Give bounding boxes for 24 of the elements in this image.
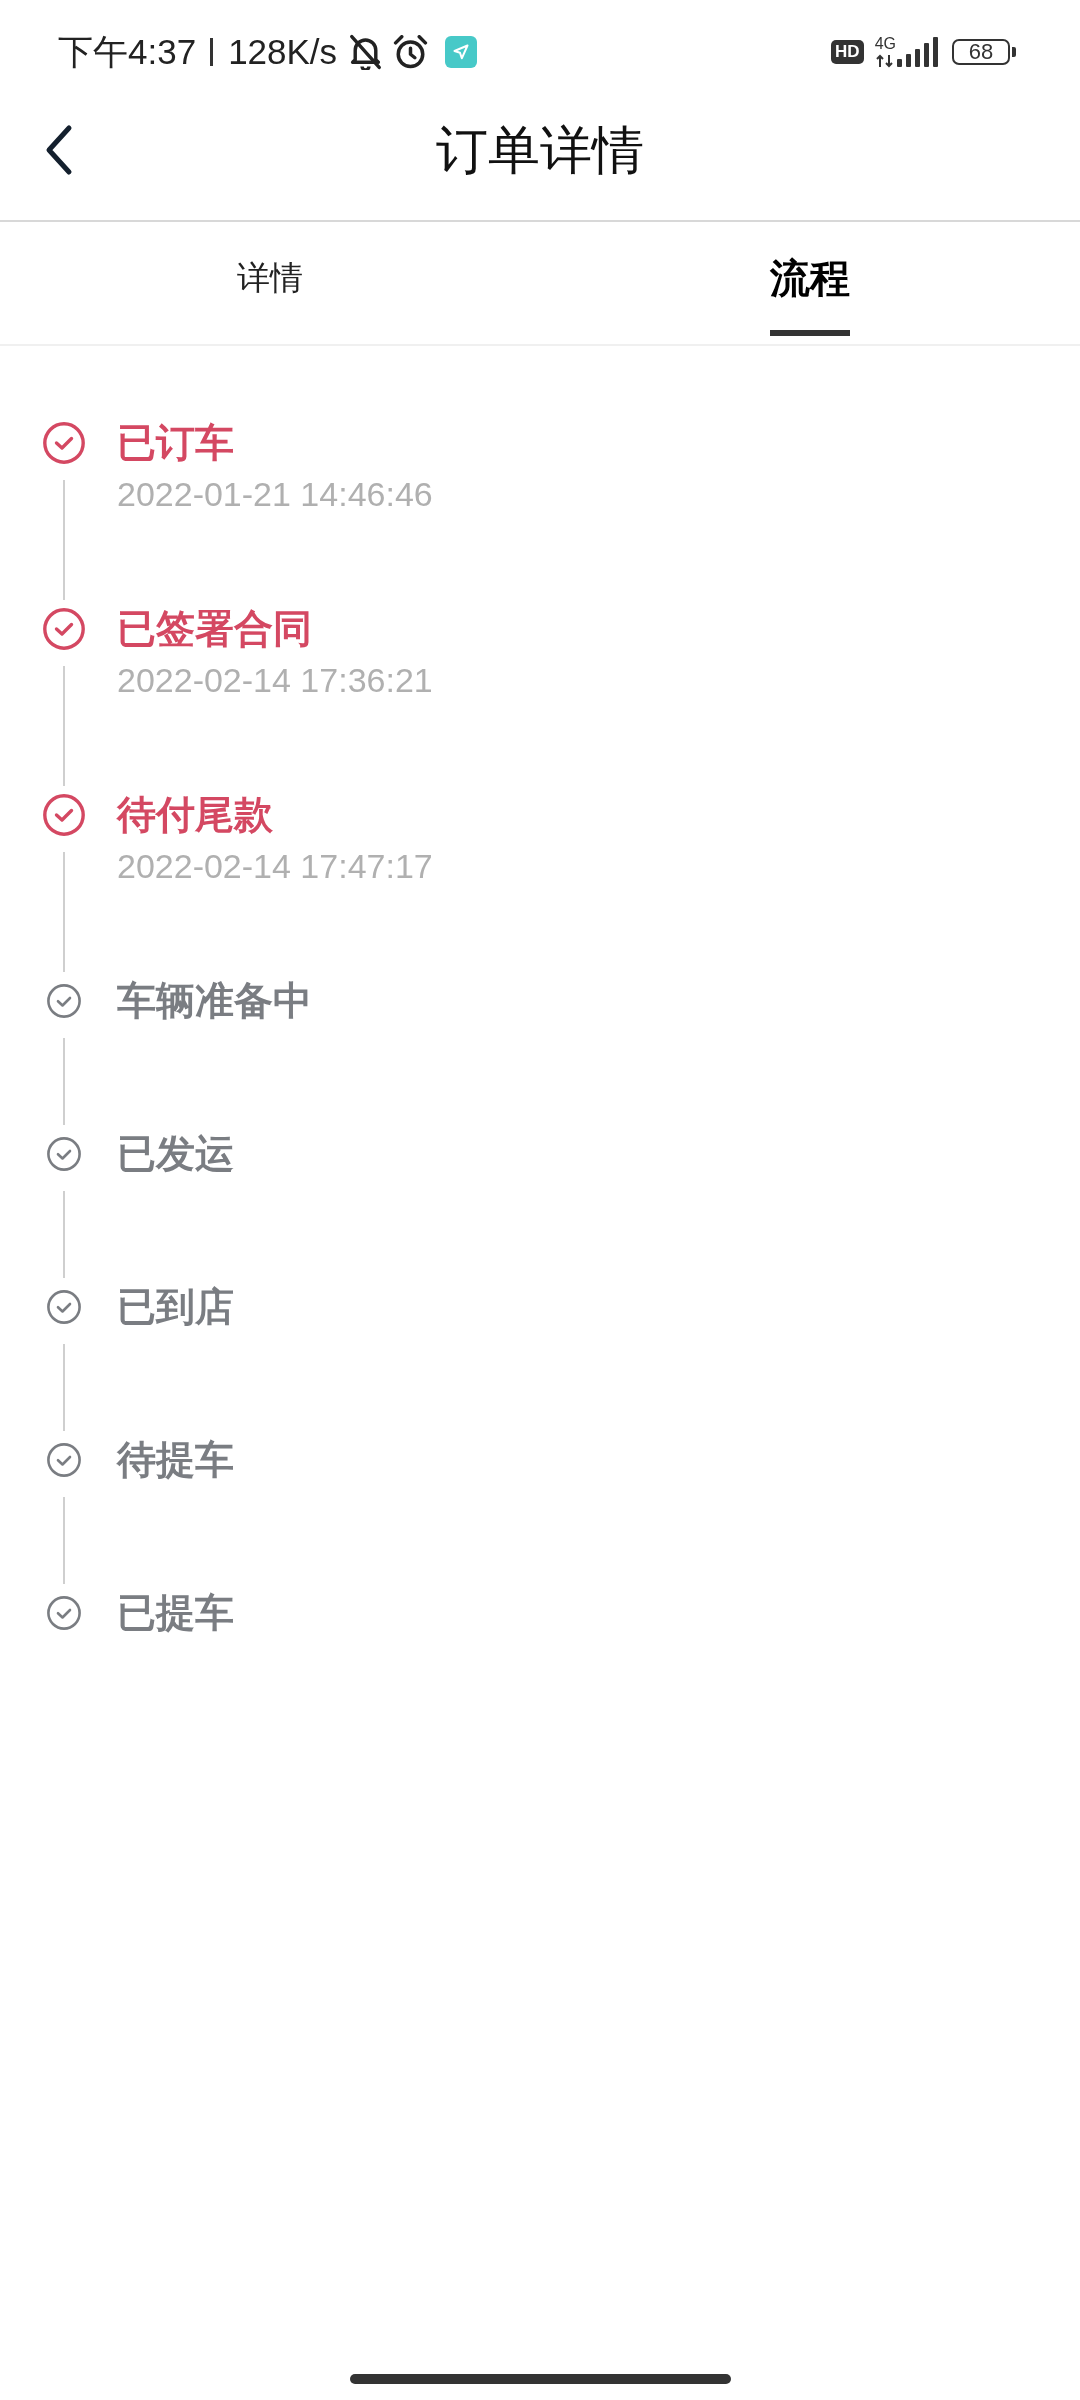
status-time: 下午4:37 bbox=[58, 32, 197, 72]
step-time: 2022-02-14 17:47:17 bbox=[117, 846, 433, 887]
network-speed: 128K/s bbox=[228, 32, 338, 72]
tab[interactable]: 详情 bbox=[237, 256, 303, 336]
network-type-label: 4G bbox=[874, 36, 896, 52]
back-icon[interactable] bbox=[45, 124, 73, 176]
bell-off-icon bbox=[349, 34, 383, 70]
step-title: 已发运 bbox=[117, 1133, 234, 1175]
step-title: 已签署合同 bbox=[117, 608, 312, 650]
hd-badge: HD bbox=[831, 40, 864, 64]
signal-icon bbox=[897, 37, 938, 67]
step-title: 车辆准备中 bbox=[117, 980, 312, 1022]
step-time: 2022-01-21 14:46:46 bbox=[117, 474, 433, 515]
step-title: 待提车 bbox=[117, 1439, 234, 1481]
battery-indicator: 68 bbox=[952, 39, 1016, 65]
page-title: 订单详情 bbox=[436, 120, 644, 180]
data-arrows-icon bbox=[875, 54, 896, 68]
step-time: 2022-02-14 17:36:21 bbox=[117, 660, 433, 701]
step-title: 已到店 bbox=[117, 1286, 234, 1328]
step-title: 已订车 bbox=[117, 422, 234, 464]
step-title: 已提车 bbox=[117, 1592, 234, 1634]
alarm-clock-icon bbox=[393, 34, 429, 70]
step-title: 待付尾款 bbox=[117, 794, 273, 836]
tab[interactable]: 流程 bbox=[770, 256, 850, 336]
